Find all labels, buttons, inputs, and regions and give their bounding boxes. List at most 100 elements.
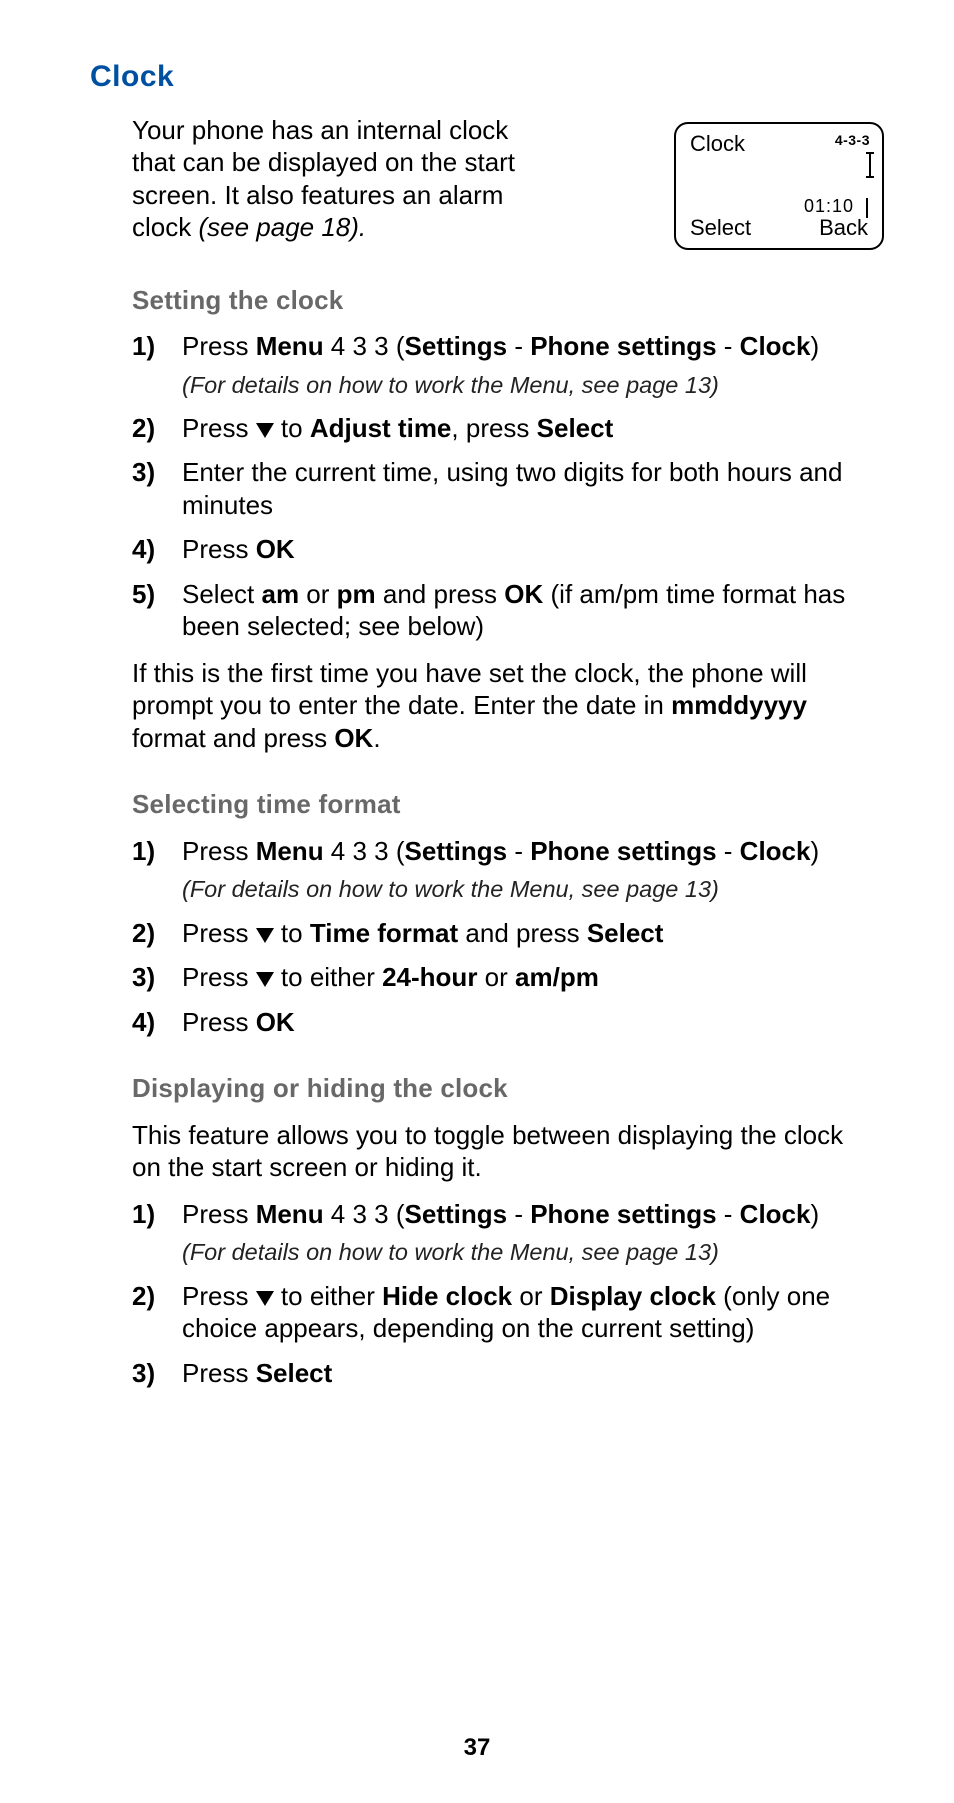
option-time-format: Time format xyxy=(310,918,458,948)
step-item: 3) Enter the current time, using two dig… xyxy=(132,456,864,521)
device-menu-code: 4-3-3 xyxy=(835,132,870,150)
step-number: 1) xyxy=(132,1198,155,1231)
btn-label-ok: OK xyxy=(504,579,543,609)
down-arrow-icon xyxy=(256,972,274,987)
step-number: 3) xyxy=(132,456,155,489)
btn-label-ok: OK xyxy=(256,534,295,564)
option-display-clock: Display clock xyxy=(550,1281,716,1311)
step-number: 2) xyxy=(132,412,155,445)
step-note: (For details on how to work the Menu, se… xyxy=(182,371,864,400)
step-text-segment: - xyxy=(507,836,530,866)
step-item: 1) Press Menu 4 3 3 (Settings - Phone se… xyxy=(132,835,864,905)
step-number: 3) xyxy=(132,961,155,994)
step-number: 1) xyxy=(132,835,155,868)
step-number: 1) xyxy=(132,330,155,363)
down-arrow-icon xyxy=(256,928,274,943)
step-text-segment: Press xyxy=(182,1358,256,1388)
menu-path-settings: Settings xyxy=(405,836,508,866)
option-24-hour: 24-hour xyxy=(382,962,477,992)
step-number: 3) xyxy=(132,1357,155,1390)
down-arrow-icon xyxy=(256,1291,274,1306)
step-text-segment: - xyxy=(507,331,530,361)
option-pm: pm xyxy=(337,579,376,609)
step-text-segment: - xyxy=(717,1199,740,1229)
section3-intro: This feature allows you to toggle betwee… xyxy=(132,1119,864,1184)
step-item: 1) Press Menu 4 3 3 (Settings - Phone se… xyxy=(132,1198,864,1268)
btn-label-select: Select xyxy=(587,918,664,948)
step-text-segment: - xyxy=(507,1199,530,1229)
step-note: (For details on how to work the Menu, se… xyxy=(182,1238,864,1267)
step-text-segment: 4 3 3 ( xyxy=(324,331,405,361)
menu-path-clock: Clock xyxy=(740,331,811,361)
step-text-segment: to either xyxy=(274,1281,382,1311)
step-text-segment: or xyxy=(477,962,515,992)
device-softkey-right: Back xyxy=(819,214,868,242)
section-heading-setting-clock: Setting the clock xyxy=(132,284,864,317)
step-text-segment: ) xyxy=(810,1199,819,1229)
step-text-segment: - xyxy=(717,836,740,866)
step-number: 2) xyxy=(132,1280,155,1313)
btn-label-ok: OK xyxy=(256,1007,295,1037)
step-text-segment: Press xyxy=(182,1281,256,1311)
step-text-segment: ) xyxy=(810,331,819,361)
page-number: 37 xyxy=(0,1733,954,1763)
step-text-segment: 4 3 3 ( xyxy=(324,836,405,866)
device-scroll-indicator xyxy=(868,152,872,178)
step-text-segment: Enter the current time, using two digits… xyxy=(182,457,842,520)
step-text-segment: Select xyxy=(182,579,262,609)
step-text-segment: , press xyxy=(451,413,536,443)
step-text-segment: - xyxy=(717,331,740,361)
menu-path-clock: Clock xyxy=(740,836,811,866)
date-format: mmddyyyy xyxy=(671,690,807,720)
text-segment: format and press xyxy=(132,723,334,753)
step-item: 5) Select am or pm and press OK (if am/p… xyxy=(132,578,864,643)
step-item: 2) Press to Time format and press Select xyxy=(132,917,864,950)
option-adjust-time: Adjust time xyxy=(310,413,452,443)
step-text-segment: or xyxy=(299,579,337,609)
step-text-segment: and press xyxy=(458,918,587,948)
intro-text-ref: (see page 18). xyxy=(198,212,366,242)
section1-footnote: If this is the first time you have set t… xyxy=(132,657,864,755)
btn-label-select: Select xyxy=(537,413,614,443)
step-item: 3) Press to either 24-hour or am/pm xyxy=(132,961,864,994)
step-note: (For details on how to work the Menu, se… xyxy=(182,875,864,904)
btn-label-select: Select xyxy=(256,1358,333,1388)
step-text-segment: Press xyxy=(182,836,256,866)
step-item: 2) Press to either Hide clock or Display… xyxy=(132,1280,864,1345)
option-hide-clock: Hide clock xyxy=(382,1281,512,1311)
intro-paragraph: Your phone has an internal clock that ca… xyxy=(132,114,552,244)
btn-label-menu: Menu xyxy=(256,331,324,361)
step-number: 4) xyxy=(132,533,155,566)
step-text-segment: Press xyxy=(182,413,256,443)
step-number: 4) xyxy=(132,1006,155,1039)
step-text-segment: to xyxy=(274,413,310,443)
option-am: am xyxy=(262,579,300,609)
step-number: 2) xyxy=(132,917,155,950)
step-text-segment: to either xyxy=(274,962,382,992)
section-heading-display-clock: Displaying or hiding the clock xyxy=(132,1072,864,1105)
step-text-segment: to xyxy=(274,918,310,948)
btn-label-menu: Menu xyxy=(256,836,324,866)
menu-path-settings: Settings xyxy=(405,331,508,361)
menu-path-settings: Settings xyxy=(405,1199,508,1229)
page-title: Clock xyxy=(90,58,864,96)
step-text-segment: ) xyxy=(810,836,819,866)
step-item: 2) Press to Adjust time, press Select xyxy=(132,412,864,445)
option-ampm: am/pm xyxy=(515,962,599,992)
menu-path-clock: Clock xyxy=(740,1199,811,1229)
step-text-segment: and press xyxy=(376,579,505,609)
step-text-segment: or xyxy=(512,1281,550,1311)
btn-label-menu: Menu xyxy=(256,1199,324,1229)
step-item: 3) Press Select xyxy=(132,1357,864,1390)
menu-path-phone-settings: Phone settings xyxy=(530,1199,716,1229)
down-arrow-icon xyxy=(256,423,274,438)
step-item: 4) Press OK xyxy=(132,533,864,566)
section-heading-time-format: Selecting time format xyxy=(132,788,864,821)
step-text-segment: Press xyxy=(182,534,256,564)
device-softkey-left: Select xyxy=(690,214,751,242)
step-text-segment: Press xyxy=(182,918,256,948)
step-item: 1) Press Menu 4 3 3 (Settings - Phone se… xyxy=(132,330,864,400)
menu-path-phone-settings: Phone settings xyxy=(530,331,716,361)
step-text-segment: Press xyxy=(182,962,256,992)
step-text-segment: Press xyxy=(182,331,256,361)
